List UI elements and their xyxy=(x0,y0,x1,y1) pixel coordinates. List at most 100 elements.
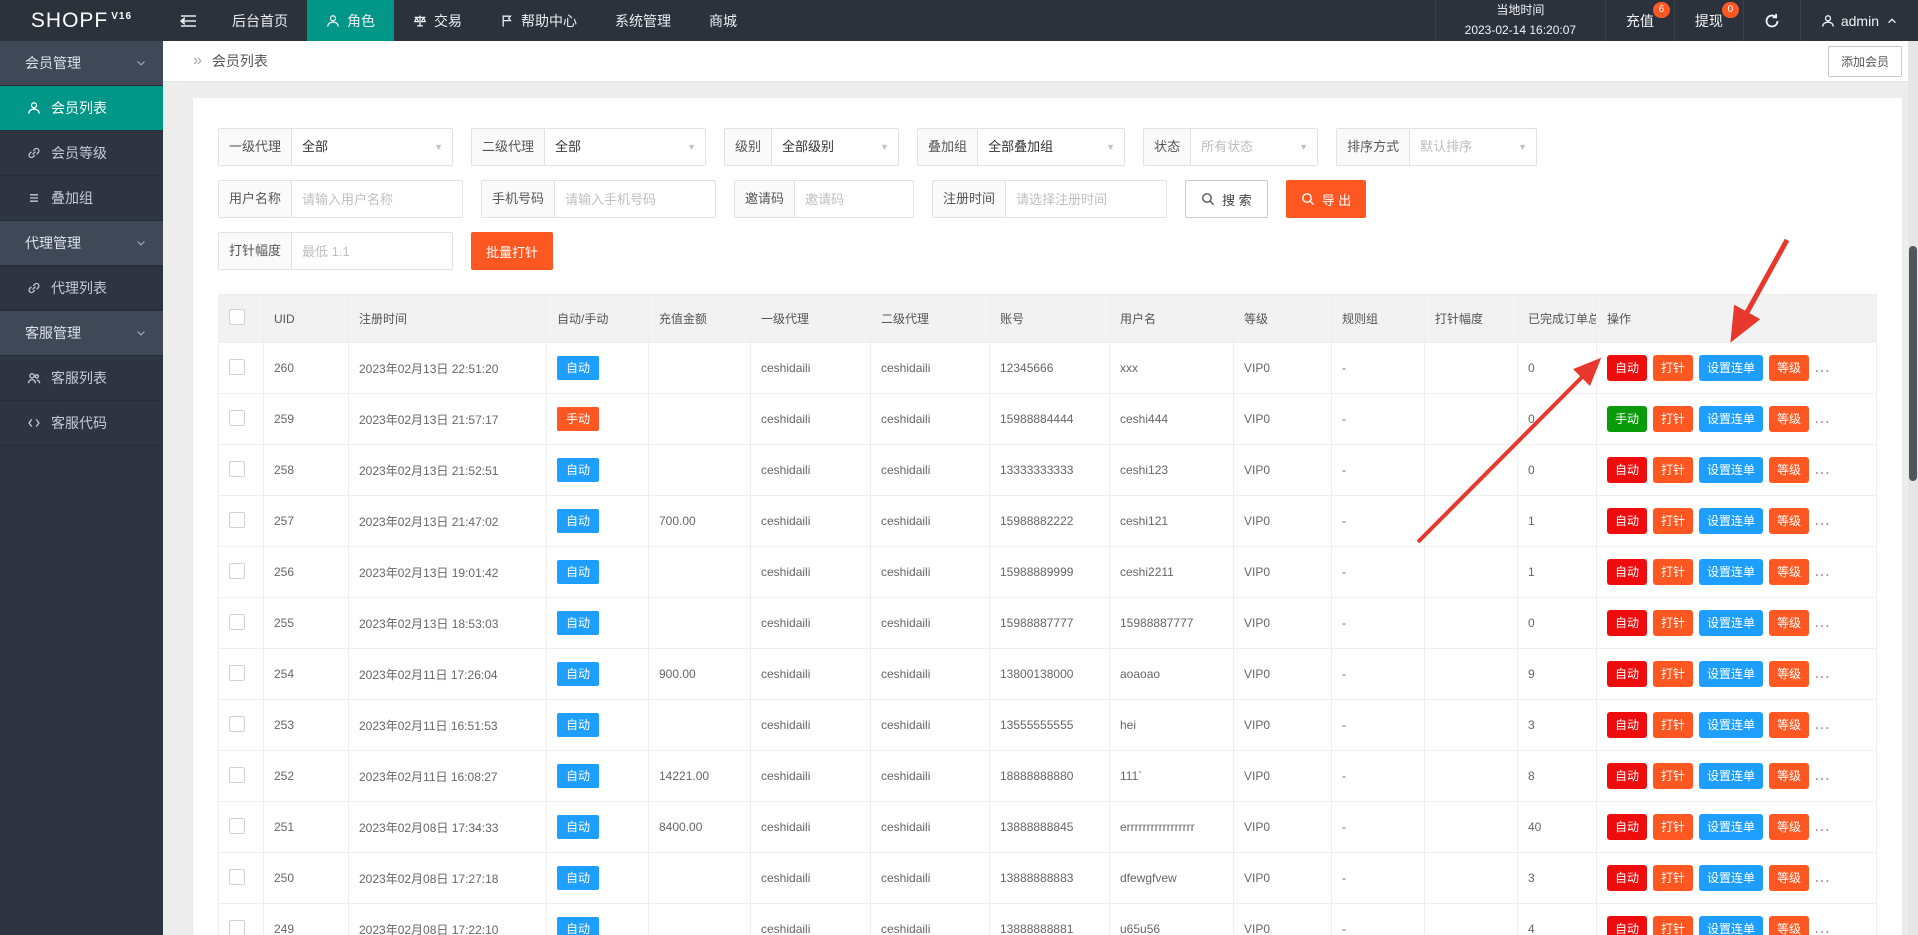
filter-select-value-agent1[interactable]: 全部▼ xyxy=(292,129,452,165)
action-mode-button[interactable]: 自动 xyxy=(1607,814,1647,840)
scrollbar-thumb[interactable] xyxy=(1909,246,1917,481)
action-level-button[interactable]: 等级 xyxy=(1769,559,1809,585)
action-mode-button[interactable]: 自动 xyxy=(1607,661,1647,687)
action-needle-button[interactable]: 打针 xyxy=(1653,457,1693,483)
recharge-button[interactable]: 充值 6 xyxy=(1605,0,1674,41)
action-more-button[interactable]: ... xyxy=(1815,871,1831,885)
action-level-button[interactable]: 等级 xyxy=(1769,763,1809,789)
sidebar-item-member-level[interactable]: 会员等级 xyxy=(0,131,163,176)
action-level-button[interactable]: 等级 xyxy=(1769,916,1809,935)
action-set-chain-button[interactable]: 设置连单 xyxy=(1699,559,1763,585)
search-button[interactable]: 搜 索 xyxy=(1185,180,1268,218)
action-mode-button[interactable]: 自动 xyxy=(1607,712,1647,738)
action-mode-button[interactable]: 自动 xyxy=(1607,916,1647,935)
action-set-chain-button[interactable]: 设置连单 xyxy=(1699,457,1763,483)
nav-item-home[interactable]: 后台首页 xyxy=(213,0,307,41)
needle-range-input[interactable] xyxy=(292,233,452,269)
action-more-button[interactable]: ... xyxy=(1815,718,1831,732)
action-needle-button[interactable]: 打针 xyxy=(1653,508,1693,534)
username-input[interactable] xyxy=(292,181,462,217)
sidebar-section-service-management[interactable]: 客服管理 xyxy=(0,311,163,356)
row-checkbox[interactable] xyxy=(229,716,245,732)
row-checkbox[interactable] xyxy=(229,767,245,783)
action-needle-button[interactable]: 打针 xyxy=(1653,814,1693,840)
action-mode-button[interactable]: 自动 xyxy=(1607,865,1647,891)
filter-select-value-level[interactable]: 全部级别▼ xyxy=(772,129,898,165)
action-more-button[interactable]: ... xyxy=(1815,616,1831,630)
sidebar-section-agent-management[interactable]: 代理管理 xyxy=(0,221,163,266)
action-mode-button[interactable]: 自动 xyxy=(1607,610,1647,636)
row-checkbox[interactable] xyxy=(229,461,245,477)
menu-toggle-icon[interactable] xyxy=(163,0,213,41)
action-needle-button[interactable]: 打针 xyxy=(1653,406,1693,432)
action-needle-button[interactable]: 打针 xyxy=(1653,763,1693,789)
action-set-chain-button[interactable]: 设置连单 xyxy=(1699,610,1763,636)
action-set-chain-button[interactable]: 设置连单 xyxy=(1699,712,1763,738)
action-needle-button[interactable]: 打针 xyxy=(1653,865,1693,891)
row-checkbox[interactable] xyxy=(229,614,245,630)
action-mode-button[interactable]: 自动 xyxy=(1607,457,1647,483)
action-level-button[interactable]: 等级 xyxy=(1769,865,1809,891)
batch-needle-button[interactable]: 批量打针 xyxy=(471,232,553,270)
action-more-button[interactable]: ... xyxy=(1815,922,1831,935)
filter-select-value-status[interactable]: 所有状态▼ xyxy=(1191,129,1317,165)
action-more-button[interactable]: ... xyxy=(1815,667,1831,681)
action-needle-button[interactable]: 打针 xyxy=(1653,610,1693,636)
withdraw-button[interactable]: 提现 0 xyxy=(1674,0,1743,41)
row-checkbox[interactable] xyxy=(229,512,245,528)
action-level-button[interactable]: 等级 xyxy=(1769,355,1809,381)
action-level-button[interactable]: 等级 xyxy=(1769,610,1809,636)
add-member-button[interactable]: 添加会员 xyxy=(1828,46,1902,77)
nav-item-trade[interactable]: 交易 xyxy=(394,0,481,41)
user-menu[interactable]: admin xyxy=(1800,0,1918,41)
row-checkbox[interactable] xyxy=(229,410,245,426)
action-more-button[interactable]: ... xyxy=(1815,820,1831,834)
row-checkbox[interactable] xyxy=(229,818,245,834)
action-set-chain-button[interactable]: 设置连单 xyxy=(1699,916,1763,935)
action-needle-button[interactable]: 打针 xyxy=(1653,559,1693,585)
row-checkbox[interactable] xyxy=(229,563,245,579)
action-level-button[interactable]: 等级 xyxy=(1769,712,1809,738)
row-checkbox[interactable] xyxy=(229,359,245,375)
action-level-button[interactable]: 等级 xyxy=(1769,508,1809,534)
action-level-button[interactable]: 等级 xyxy=(1769,661,1809,687)
nav-item-help[interactable]: 帮助中心 xyxy=(481,0,596,41)
action-more-button[interactable]: ... xyxy=(1815,514,1831,528)
nav-item-role[interactable]: 角色 xyxy=(307,0,394,41)
sidebar-item-service-code[interactable]: 客服代码 xyxy=(0,401,163,446)
sidebar-item-stack-group[interactable]: 叠加组 xyxy=(0,176,163,221)
export-button[interactable]: 导 出 xyxy=(1286,180,1367,218)
select-all-checkbox[interactable] xyxy=(229,309,245,325)
sidebar-item-service-list[interactable]: 客服列表 xyxy=(0,356,163,401)
sidebar-item-member-list[interactable]: 会员列表 xyxy=(0,86,163,131)
action-needle-button[interactable]: 打针 xyxy=(1653,916,1693,935)
filter-select-value-stack-group[interactable]: 全部叠加组▼ xyxy=(978,129,1124,165)
action-needle-button[interactable]: 打针 xyxy=(1653,355,1693,381)
action-needle-button[interactable]: 打针 xyxy=(1653,661,1693,687)
row-checkbox[interactable] xyxy=(229,920,245,935)
action-level-button[interactable]: 等级 xyxy=(1769,457,1809,483)
action-mode-button[interactable]: 自动 xyxy=(1607,559,1647,585)
filter-select-value-sort[interactable]: 默认排序▼ xyxy=(1410,129,1536,165)
action-level-button[interactable]: 等级 xyxy=(1769,814,1809,840)
nav-item-mall[interactable]: 商城 xyxy=(690,0,756,41)
invite-code-input[interactable] xyxy=(795,181,913,217)
action-more-button[interactable]: ... xyxy=(1815,769,1831,783)
action-set-chain-button[interactable]: 设置连单 xyxy=(1699,661,1763,687)
row-checkbox[interactable] xyxy=(229,665,245,681)
action-mode-button[interactable]: 自动 xyxy=(1607,508,1647,534)
refresh-button[interactable] xyxy=(1743,0,1800,41)
row-checkbox[interactable] xyxy=(229,869,245,885)
action-level-button[interactable]: 等级 xyxy=(1769,406,1809,432)
sidebar-section-member-management[interactable]: 会员管理 xyxy=(0,41,163,86)
action-set-chain-button[interactable]: 设置连单 xyxy=(1699,355,1763,381)
action-more-button[interactable]: ... xyxy=(1815,463,1831,477)
nav-item-system[interactable]: 系统管理 xyxy=(596,0,690,41)
action-mode-button[interactable]: 自动 xyxy=(1607,355,1647,381)
action-more-button[interactable]: ... xyxy=(1815,412,1831,426)
action-set-chain-button[interactable]: 设置连单 xyxy=(1699,406,1763,432)
phone-input[interactable] xyxy=(555,181,715,217)
action-set-chain-button[interactable]: 设置连单 xyxy=(1699,763,1763,789)
action-mode-button[interactable]: 手动 xyxy=(1607,406,1647,432)
action-mode-button[interactable]: 自动 xyxy=(1607,763,1647,789)
